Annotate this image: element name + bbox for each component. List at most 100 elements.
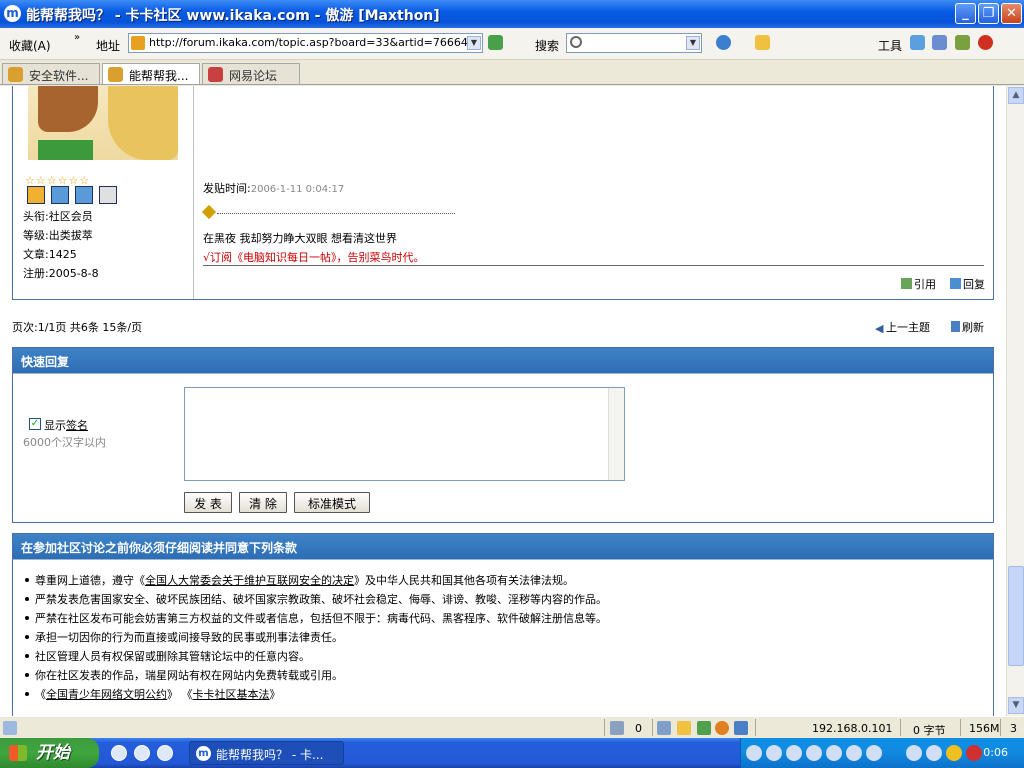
magnifier-icon bbox=[570, 36, 582, 48]
volume-icon[interactable] bbox=[866, 745, 882, 761]
scroll-down-icon[interactable]: ▼ bbox=[1008, 697, 1024, 714]
taskbar-window-button[interactable]: m 能帮帮我吗？ - 卡... bbox=[189, 741, 344, 765]
tab-label: 能帮帮我... bbox=[129, 69, 189, 83]
page-status-icon bbox=[3, 721, 17, 735]
list-item: 你在社区发表的作品，瑞星网站有权在网站内免费转载或引用。 bbox=[13, 667, 993, 686]
show-signature-label[interactable]: 显示签名 bbox=[44, 417, 88, 433]
user-avatar bbox=[28, 86, 178, 160]
taskbar: 开始 m 能帮帮我吗？ - 卡... 0:06 bbox=[0, 738, 1024, 768]
search-label: 搜索 bbox=[535, 39, 560, 53]
go-icon[interactable] bbox=[488, 35, 503, 50]
tools-menu[interactable]: 工具 bbox=[878, 37, 902, 54]
clock: 0:06 bbox=[983, 746, 1008, 759]
signature-link[interactable]: √订阅《电脑知识每日一帖》，告别菜鸟时代。 bbox=[203, 249, 425, 266]
chevron-more-icon[interactable]: » bbox=[74, 32, 80, 43]
quicklaunch-media-icon[interactable] bbox=[134, 745, 150, 761]
scroll-up-icon[interactable]: ▲ bbox=[1008, 87, 1024, 104]
ime-icon[interactable] bbox=[906, 745, 922, 761]
start-button[interactable]: 开始 bbox=[0, 738, 99, 768]
rules-list: 尊重网上道德，遵守《全国人大常委会关于维护互联网安全的决定》及中华人民共和国其他… bbox=[13, 572, 993, 705]
search-engine-icon[interactable] bbox=[716, 35, 731, 50]
minimize-button[interactable]: _ bbox=[955, 3, 976, 24]
quick-reply-panel: 快速回复 ✓ 显示签名 6000个汉字以内 发 表 清 除 标准模式 bbox=[12, 347, 994, 523]
bytes-count: 0 字节 bbox=[913, 724, 946, 737]
network-icon[interactable] bbox=[926, 745, 942, 761]
media-prev-icon[interactable] bbox=[786, 745, 802, 761]
pencil-icon bbox=[201, 204, 217, 220]
forum-post: ☆☆☆☆☆☆ 头衔:社区会员 等级:出类拔萃 文章:1425 注册:2005-8… bbox=[12, 86, 994, 300]
status-icon-3[interactable] bbox=[697, 721, 711, 735]
list-item: 严禁在社区发布可能会妨害第三方权益的文件或者信息，包括但不限于：病毒代码、黑客程… bbox=[13, 610, 993, 629]
quote-icon bbox=[901, 278, 912, 289]
tray-icon-2[interactable] bbox=[766, 745, 782, 761]
signature-text: 在黑夜 我却努力睁大双眼 想看清这世界 bbox=[203, 232, 397, 245]
close-button[interactable]: ✕ bbox=[1001, 3, 1022, 24]
toolbar-icon-2[interactable] bbox=[932, 35, 947, 50]
community-law-link[interactable]: 卡卡社区基本法 bbox=[193, 688, 270, 701]
search-input[interactable] bbox=[566, 33, 702, 53]
tray-icon-1[interactable] bbox=[746, 745, 762, 761]
list-item: 《全国青少年网络文明公约》 《卡卡社区基本法》 bbox=[13, 686, 993, 705]
windows-logo-icon bbox=[9, 745, 27, 761]
quicklaunch-ie-icon[interactable] bbox=[157, 745, 173, 761]
toolbar-icon-1[interactable] bbox=[910, 35, 925, 50]
page-content: ☆☆☆☆☆☆ 头衔:社区会员 等级:出类拔萃 文章:1425 注册:2005-8… bbox=[0, 86, 1006, 716]
reply-icon bbox=[950, 278, 961, 289]
youth-pact-link[interactable]: 全国青少年网络文明公约 bbox=[46, 688, 167, 701]
address-bar[interactable]: http://forum.ikaka.com/topic.asp?board=3… bbox=[128, 33, 483, 53]
standard-mode-button[interactable]: 标准模式 bbox=[294, 492, 370, 513]
list-item: 严禁发表危害国家安全、破坏民族团结、破坏国家宗教政策、破坏社会稳定、侮辱、诽谤、… bbox=[13, 591, 993, 610]
scroll-thumb[interactable] bbox=[1008, 566, 1024, 666]
page-summary: 页次:1/1页 共6条 15条/页 bbox=[12, 321, 143, 334]
reply-button[interactable]: 回复 bbox=[950, 276, 985, 292]
list-item: 承担一切因你的行为而直接或间接导致的民事或刑事法律责任。 bbox=[13, 629, 993, 648]
address-url: http://forum.ikaka.com/topic.asp?board=3… bbox=[149, 36, 482, 49]
tab-bar: 安全软件... 能帮帮我... 网易论坛 bbox=[0, 61, 1024, 85]
reply-textarea[interactable] bbox=[184, 387, 625, 481]
textarea-scrollbar[interactable] bbox=[608, 388, 624, 480]
address-dropdown-icon[interactable]: ▼ bbox=[467, 36, 481, 50]
popup-blocker-icon[interactable] bbox=[610, 721, 624, 735]
title-bar: m 能帮帮我吗？ - 卡卡社区 www.ikaka.com - 傲游 [Maxt… bbox=[0, 0, 1024, 28]
vertical-scrollbar[interactable]: ▲ ▼ bbox=[1006, 86, 1024, 716]
show-signature-checkbox[interactable]: ✓ bbox=[29, 418, 41, 430]
refresh-icon bbox=[951, 321, 960, 332]
status-icon-4[interactable] bbox=[715, 721, 729, 735]
toolbar-icon-4[interactable] bbox=[978, 35, 993, 50]
status-icon-5[interactable] bbox=[734, 721, 748, 735]
media-next-icon[interactable] bbox=[846, 745, 862, 761]
quicklaunch-maxthon-icon[interactable] bbox=[111, 745, 127, 761]
tab-netease-forum[interactable]: 网易论坛 bbox=[202, 63, 300, 84]
maxthon-icon: m bbox=[196, 746, 211, 761]
quote-button[interactable]: 引用 bbox=[901, 276, 936, 292]
clear-button[interactable]: 清 除 bbox=[239, 492, 287, 513]
restore-button[interactable]: ❐ bbox=[978, 3, 999, 24]
system-tray: 0:06 bbox=[740, 738, 1024, 768]
status-icon-1[interactable] bbox=[657, 721, 671, 735]
tab-favicon-icon bbox=[108, 67, 123, 82]
media-play-icon[interactable] bbox=[806, 745, 822, 761]
law-link[interactable]: 全国人大常委会关于维护互联网安全的决定 bbox=[145, 574, 354, 587]
char-limit-note: 6000个汉字以内 bbox=[23, 436, 106, 449]
tab-security-software[interactable]: 安全软件... bbox=[2, 63, 100, 84]
toolbar-icon-3[interactable] bbox=[955, 35, 970, 50]
tab-label: 网易论坛 bbox=[229, 69, 278, 83]
tab-current-topic[interactable]: 能帮帮我... bbox=[102, 63, 200, 84]
status-icon-2[interactable] bbox=[677, 721, 691, 735]
media-stop-icon[interactable] bbox=[826, 745, 842, 761]
memory-usage: 156M bbox=[969, 722, 1000, 735]
favorites-menu[interactable]: 收藏(A) bbox=[9, 37, 51, 54]
qq-icon[interactable] bbox=[946, 745, 962, 761]
tab-label: 安全软件... bbox=[29, 69, 89, 83]
antivirus-icon[interactable] bbox=[966, 745, 982, 761]
search-dropdown-icon[interactable]: ▼ bbox=[686, 36, 700, 50]
highlight-icon[interactable] bbox=[755, 35, 770, 50]
prev-topic-link[interactable]: ◀ 上一主题 bbox=[875, 319, 930, 335]
maxthon-icon[interactable]: m bbox=[4, 5, 21, 22]
rules-header: 在参加社区讨论之前你必须仔细阅读并同意下列条款 bbox=[13, 534, 993, 560]
post-body: 发贴时间:2006-1-11 0:04:17 在黑夜 我却努力睁大双眼 想看清这… bbox=[201, 86, 993, 299]
user-registered: 注册:2005-8-8 bbox=[23, 267, 99, 280]
submit-button[interactable]: 发 表 bbox=[184, 492, 232, 513]
blocked-count: 0 bbox=[635, 722, 642, 735]
refresh-link[interactable]: 刷新 bbox=[951, 319, 984, 335]
